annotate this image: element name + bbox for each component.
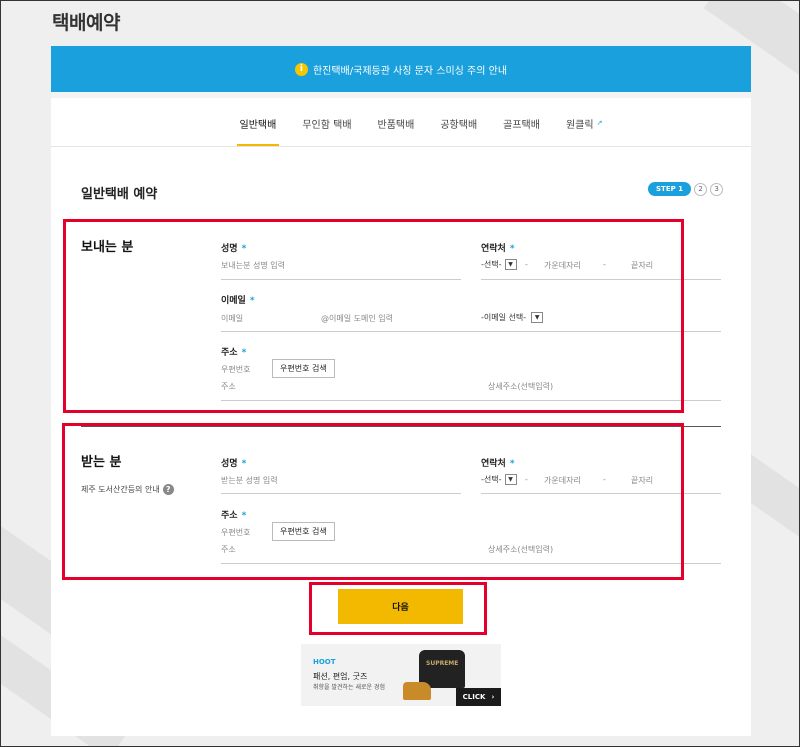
sender-phone-last-input[interactable]: 끝자리 xyxy=(631,260,653,271)
receiver-phone-underline xyxy=(481,493,721,494)
label-text: 이메일 xyxy=(221,296,246,306)
chevron-right-icon: › xyxy=(491,693,495,701)
required-mark: * xyxy=(249,296,255,306)
sender-email-domain-select[interactable]: -이메일 선택- ▼ xyxy=(481,312,544,323)
receiver-name-underline xyxy=(221,493,461,494)
sender-title: 보내는 분 xyxy=(81,240,134,255)
tab-return[interactable]: 반품택배 xyxy=(365,100,428,146)
tab-label: 원클릭 xyxy=(565,119,594,131)
receiver-address-input[interactable]: 주소 xyxy=(221,544,236,555)
jeju-remote-area-info[interactable]: 제주 도서산간등의 안내? xyxy=(81,484,174,495)
ad-brand-logo: HOOT xyxy=(313,658,336,666)
step-3-badge: 3 xyxy=(710,182,724,196)
chevron-down-icon: ▼ xyxy=(531,312,544,323)
label-text: 주소 xyxy=(221,511,238,521)
tab-label: 무인함 택배 xyxy=(302,119,352,131)
tab-locker[interactable]: 무인함 택배 xyxy=(289,100,364,146)
sender-zip-input[interactable]: 우편번호 xyxy=(221,364,250,375)
info-icon: i xyxy=(294,62,308,76)
sender-email-label: 이메일 * xyxy=(221,293,255,306)
required-mark: * xyxy=(509,459,515,469)
step-1-badge: STEP 1 xyxy=(648,182,692,196)
ad-headline: 패션, 편엄, 굿즈 xyxy=(313,672,368,681)
receiver-phone-label: 연락처 * xyxy=(481,456,515,469)
tab-airport[interactable]: 공항택배 xyxy=(427,100,490,146)
receiver-address-underline xyxy=(221,563,721,564)
label-text: 성명 xyxy=(221,459,238,469)
sweatshirt-print: SUPREME xyxy=(426,660,459,667)
boot-image xyxy=(403,682,431,700)
label-text: 성명 xyxy=(221,244,238,254)
ad-click-button[interactable]: CLICK › xyxy=(456,688,501,706)
sender-name-input[interactable]: 보내는분 성명 입력 xyxy=(221,260,285,271)
sender-phone-prefix-select[interactable]: -선택- ▼ xyxy=(481,259,517,270)
label-text: 주소 xyxy=(221,348,238,358)
label-text: 연락처 xyxy=(481,459,506,469)
smishing-notice-banner[interactable]: i 한진택배/국제등관 사칭 문자 스미싱 주의 안내 xyxy=(51,46,751,92)
receiver-title: 받는 분 xyxy=(81,455,122,470)
hoot-ad-banner[interactable]: HOOT 패션, 편엄, 굿즈 취향을 발견하는 새로운 경험 SUPREME … xyxy=(301,644,501,706)
tab-golf[interactable]: 골프택배 xyxy=(490,100,553,146)
required-mark: * xyxy=(241,511,247,521)
required-mark: * xyxy=(241,459,247,469)
receiver-phone-prefix-select[interactable]: -선택- ▼ xyxy=(481,474,517,485)
receiver-address-detail-input[interactable]: 상세주소(선택입력) xyxy=(488,544,553,555)
sender-address-underline xyxy=(221,400,721,401)
receiver-phone-mid-input[interactable]: 가운데자리 xyxy=(544,475,581,486)
notice-text: 한진택배/국제등관 사칭 문자 스미싱 주의 안내 xyxy=(312,65,508,77)
service-tabs: 일반택배 무인함 택배 반품택배 공항택배 골프택배 원클릭 ↗ xyxy=(51,98,751,147)
tab-label: 골프택배 xyxy=(503,119,540,131)
sender-email-domain-input[interactable]: @이메일 도메인 입력 xyxy=(321,313,393,324)
chevron-down-icon: ▼ xyxy=(504,474,517,485)
receiver-zip-input[interactable]: 우편번호 xyxy=(221,527,250,538)
phone-dash: - xyxy=(525,475,528,484)
receiver-name-input[interactable]: 받는분 성명 입력 xyxy=(221,475,278,486)
sender-name-label: 성명 * xyxy=(221,241,246,254)
cta-text: CLICK xyxy=(462,693,486,701)
next-button[interactable]: 다음 xyxy=(338,589,463,624)
required-mark: * xyxy=(241,348,247,358)
select-text: -선택- xyxy=(481,475,502,484)
sender-name-underline xyxy=(221,279,461,280)
sender-phone-mid-input[interactable]: 가운데자리 xyxy=(544,260,581,271)
receiver-phone-last-input[interactable]: 끝자리 xyxy=(631,475,653,486)
sender-phone-underline xyxy=(481,279,721,280)
sender-address-input[interactable]: 주소 xyxy=(221,381,236,392)
select-text: -선택- xyxy=(481,260,502,269)
select-text: -이메일 선택- xyxy=(481,313,527,322)
receiver-address-label: 주소 * xyxy=(221,508,246,521)
sender-zip-search-button[interactable]: 우편번호 검색 xyxy=(272,359,335,378)
tab-oneclick[interactable]: 원클릭 ↗ xyxy=(553,100,615,146)
chevron-down-icon: ▼ xyxy=(504,259,517,270)
tab-label: 공항택배 xyxy=(440,119,478,131)
tab-label: 반품택배 xyxy=(377,119,415,131)
tab-general[interactable]: 일반택배 xyxy=(227,100,290,146)
external-link-icon: ↗ xyxy=(596,119,603,127)
step-indicator: STEP 1 2 3 xyxy=(648,182,724,196)
sender-address-detail-input[interactable]: 상세주소(선택입력) xyxy=(488,381,553,392)
label-text: 연락처 xyxy=(481,244,506,254)
info-text: 제주 도서산간등의 안내 xyxy=(81,485,160,494)
ad-subline: 취향을 발견하는 새로운 경험 xyxy=(313,684,385,691)
section-title: 일반택배 예약 xyxy=(81,187,158,202)
section-divider xyxy=(81,426,721,427)
receiver-zip-search-button[interactable]: 우편번호 검색 xyxy=(272,522,335,541)
required-mark: * xyxy=(241,244,247,254)
phone-dash: - xyxy=(603,260,606,269)
phone-dash: - xyxy=(603,475,606,484)
phone-dash: - xyxy=(525,260,528,269)
required-mark: * xyxy=(509,244,515,254)
step-2-badge: 2 xyxy=(694,182,708,196)
help-icon: ? xyxy=(162,484,174,495)
sender-phone-label: 연락처 * xyxy=(481,241,515,254)
reservation-card: i 한진택배/국제등관 사칭 문자 스미싱 주의 안내 일반택배 무인함 택배 … xyxy=(51,46,751,736)
tab-label: 일반택배 xyxy=(239,119,277,131)
sender-email-id-input[interactable]: 이메일 xyxy=(221,313,243,324)
sender-address-label: 주소 * xyxy=(221,345,246,358)
sender-email-underline xyxy=(221,331,721,332)
page-title: 택배예약 xyxy=(52,12,120,34)
receiver-name-label: 성명 * xyxy=(221,456,246,469)
